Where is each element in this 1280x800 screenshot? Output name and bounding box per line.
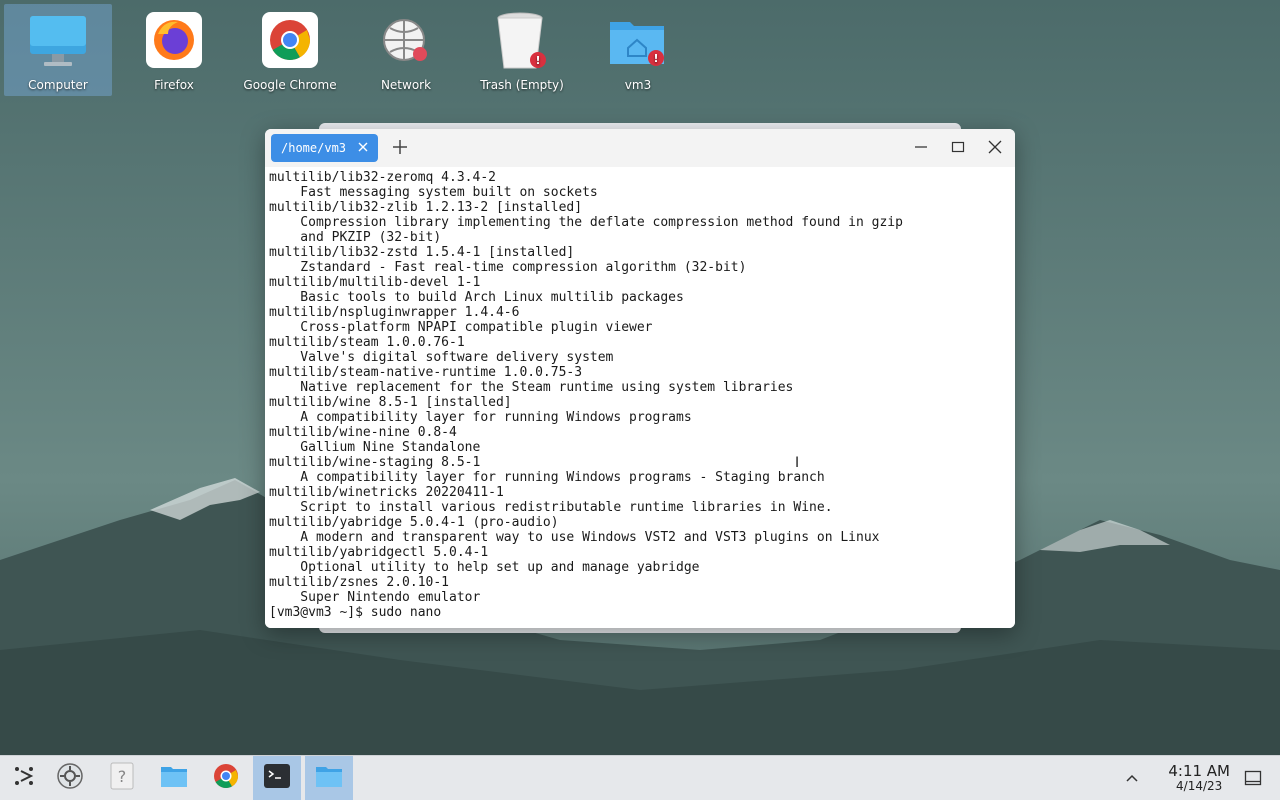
terminal-line: Super Nintendo emulator [269, 590, 481, 605]
svg-text:?: ? [118, 767, 127, 786]
desktop-icon-label: vm3 [624, 78, 652, 92]
terminal-output[interactable]: multilib/lib32-zeromq 4.3.4-2 Fast messa… [265, 167, 1015, 628]
maximize-icon[interactable] [950, 139, 966, 155]
chrome-icon [213, 763, 239, 793]
system-settings-icon [56, 762, 84, 794]
help-icon: ? [110, 762, 134, 794]
taskbar-file-manager[interactable] [150, 756, 198, 800]
terminal-prompt-line: [vm3@vm3 ~]$ sudo nano [269, 605, 442, 620]
terminal-line: multilib/zsnes 2.0.10-1 [269, 575, 450, 590]
terminal-icon [263, 763, 291, 793]
new-tab-icon[interactable] [391, 138, 409, 156]
terminal-line: multilib/multilib-devel 1-1 [269, 275, 481, 290]
terminal-line: A compatibility layer for running Window… [269, 470, 825, 485]
terminal-line: Zstandard - Fast real-time compression a… [269, 260, 747, 275]
computer-icon [28, 10, 88, 70]
terminal-line: multilib/yabridgectl 5.0.4-1 [269, 545, 489, 560]
clock[interactable]: 4:11 AM 4/14/23 [1168, 763, 1230, 793]
desktop-icon-label: Google Chrome [243, 78, 337, 92]
terminal-line: multilib/lib32-zeromq 4.3.4-2 [269, 170, 496, 185]
terminal-line: multilib/winetricks 20220411-1 [269, 485, 504, 500]
desktop-icon-home[interactable]: ! vm3 [584, 4, 692, 96]
taskbar-help[interactable]: ? [98, 756, 146, 800]
app-launcher-icon [11, 763, 37, 793]
chrome-icon [260, 10, 320, 70]
network-icon [376, 10, 436, 70]
terminal-line: A modern and transparent way to use Wind… [269, 530, 880, 545]
svg-text:!: ! [653, 52, 658, 65]
tray-expand-chevron-up-icon[interactable] [1124, 770, 1140, 790]
terminal-line: multilib/lib32-zstd 1.5.4-1 [installed] [269, 245, 575, 260]
terminal-line: Valve's digital software delivery system [269, 350, 614, 365]
taskbar-file-manager-open[interactable] [305, 756, 353, 800]
desktop-icon-firefox[interactable]: Firefox [120, 4, 228, 96]
desktop-icon-label: Computer [28, 78, 88, 92]
terminal-line: Script to install various redistributabl… [269, 500, 833, 515]
desktop-icon-trash[interactable]: ! Trash (Empty) [468, 4, 576, 96]
terminal-line: Cross-platform NPAPI compatible plugin v… [269, 320, 653, 335]
terminal-window[interactable]: /home/vm3 multilib/lib32-zeromq 4.3.4-2 … [265, 129, 1015, 628]
svg-text:!: ! [535, 54, 540, 67]
desktop-icon-label: Trash (Empty) [480, 78, 564, 92]
close-window-icon[interactable] [987, 139, 1003, 155]
window-titlebar[interactable]: /home/vm3 [265, 129, 1015, 167]
home-folder-icon: ! [608, 10, 668, 70]
file-manager-icon [315, 764, 343, 792]
taskbar-terminal[interactable] [253, 756, 301, 800]
terminal-line: Compression library implementing the def… [269, 215, 903, 230]
terminal-line: multilib/wine-staging 8.5-1 [269, 455, 481, 470]
text-cursor-icon: I [795, 455, 800, 471]
terminal-line: multilib/wine 8.5-1 [installed] [269, 395, 512, 410]
terminal-line: and PKZIP (32-bit) [269, 230, 442, 245]
desktop-icon-chrome[interactable]: Google Chrome [236, 4, 344, 96]
file-manager-icon [160, 764, 188, 792]
desktop-icon-label: Network [380, 78, 432, 92]
desktop-icon-label: Firefox [154, 78, 194, 92]
show-desktop-icon[interactable] [1244, 769, 1262, 791]
terminal-line: multilib/nspluginwrapper 1.4.4-6 [269, 305, 520, 320]
tab-home-vm3[interactable]: /home/vm3 [271, 134, 378, 162]
trash-icon: ! [492, 10, 552, 70]
terminal-line: Native replacement for the Steam runtime… [269, 380, 794, 395]
terminal-line: multilib/yabridge 5.0.4-1 (pro-audio) [269, 515, 559, 530]
terminal-line: multilib/steam-native-runtime 1.0.0.75-3 [269, 365, 583, 380]
terminal-line: multilib/steam 1.0.0.76-1 [269, 335, 465, 350]
taskbar: ? 4:11 AM 4/14/23 [0, 755, 1280, 800]
desktop-icon-network[interactable]: Network [352, 4, 460, 96]
terminal-line: multilib/wine-nine 0.8-4 [269, 425, 457, 440]
taskbar-system-settings[interactable] [46, 756, 94, 800]
terminal-line: multilib/lib32-zlib 1.2.13-2 [installed] [269, 200, 583, 215]
minimize-icon[interactable] [913, 139, 929, 155]
app-launcher-button[interactable] [0, 756, 48, 800]
firefox-icon [144, 10, 204, 70]
terminal-line: A compatibility layer for running Window… [269, 410, 692, 425]
clock-date: 4/14/23 [1176, 779, 1223, 793]
tab-label: /home/vm3 [281, 141, 347, 155]
close-tab-icon[interactable] [356, 140, 370, 154]
terminal-line: Optional utility to help set up and mana… [269, 560, 700, 575]
desktop-icon-computer[interactable]: Computer [4, 4, 112, 96]
terminal-line: Fast messaging system built on sockets [269, 185, 598, 200]
clock-time: 4:11 AM [1168, 762, 1230, 780]
taskbar-chrome[interactable] [202, 756, 250, 800]
terminal-line: Gallium Nine Standalone [269, 440, 481, 455]
terminal-line: Basic tools to build Arch Linux multilib… [269, 290, 684, 305]
